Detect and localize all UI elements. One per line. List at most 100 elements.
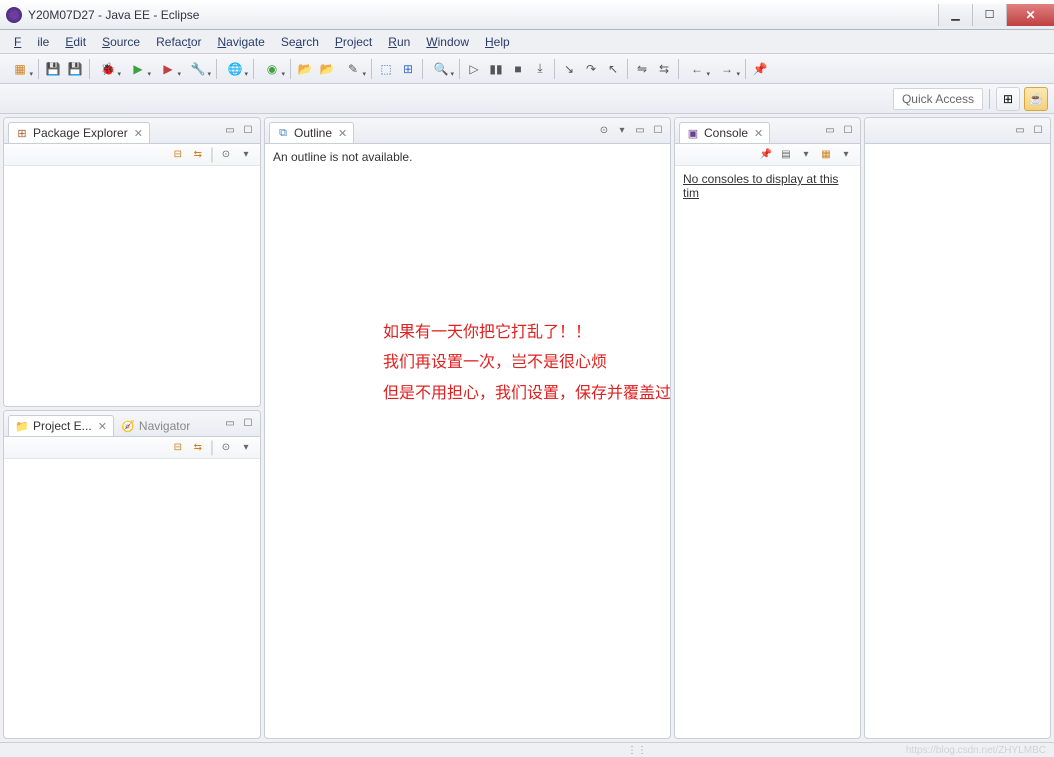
menu-project[interactable]: Project <box>327 32 380 52</box>
save-all-button[interactable]: 💾 <box>65 59 85 79</box>
menu-help[interactable]: Help <box>477 32 518 52</box>
drop-frame-button[interactable]: ⇋ <box>632 59 652 79</box>
open-task-button[interactable]: ✎ <box>339 59 367 79</box>
focus-task-button[interactable]: ⊙ <box>218 440 234 456</box>
menu-window[interactable]: Window <box>418 32 477 52</box>
maximize-view-button[interactable]: ☐ <box>1030 123 1046 139</box>
workbench: ⊞ Package Explorer ✕ ▭ ☐ ⊟ ⇆ | ⊙ ▾ <box>0 114 1054 742</box>
separator <box>554 59 555 79</box>
menu-run[interactable]: Run <box>380 32 418 52</box>
window-title: Y20M07D27 - Java EE - Eclipse <box>28 8 199 22</box>
java-ee-perspective-button[interactable]: ☕ <box>1024 87 1048 111</box>
new-package-button[interactable]: ⊞ <box>398 59 418 79</box>
menu-refactor[interactable]: Refactor <box>148 32 209 52</box>
blank-body <box>865 144 1050 738</box>
collapse-all-button[interactable]: ⊟ <box>170 147 186 163</box>
maximize-view-button[interactable]: ☐ <box>650 123 666 139</box>
status-handle[interactable]: ⋮⋮ <box>627 745 647 756</box>
close-button[interactable] <box>1006 4 1054 26</box>
pin-console-button[interactable]: 📌 <box>758 147 774 163</box>
tab-console[interactable]: ▣ Console ✕ <box>679 122 770 143</box>
tab-label: Console <box>704 126 748 140</box>
menu-file[interactable]: File <box>6 32 57 52</box>
separator <box>422 59 423 79</box>
minimize-button[interactable] <box>938 4 972 26</box>
open-console-dropdown[interactable]: ▾ <box>838 147 854 163</box>
tab-label: Project E... <box>33 419 92 433</box>
resume-button[interactable]: ▷ <box>464 59 484 79</box>
view-menu-button[interactable]: ▾ <box>238 440 254 456</box>
quick-access-field[interactable]: Quick Access <box>893 88 983 110</box>
profile-button[interactable]: ◉ <box>258 59 286 79</box>
tab-package-explorer[interactable]: ⊞ Package Explorer ✕ <box>8 122 150 143</box>
outline-view: ⧉ Outline ✕ ⊙ ▾ ▭ ☐ An outline is not av… <box>264 117 671 739</box>
package-explorer-view: ⊞ Package Explorer ✕ ▭ ☐ ⊟ ⇆ | ⊙ ▾ <box>3 117 261 407</box>
display-console-dropdown[interactable]: ▾ <box>798 147 814 163</box>
maximize-view-button[interactable]: ☐ <box>240 416 256 432</box>
tab-outline[interactable]: ⧉ Outline ✕ <box>269 122 354 143</box>
external-tools-button[interactable]: 🔧 <box>184 59 212 79</box>
tab-navigator[interactable]: 🧭 Navigator <box>114 415 197 436</box>
separator <box>678 59 679 79</box>
debug-button[interactable]: 🐞 <box>94 59 122 79</box>
eclipse-icon <box>6 7 22 23</box>
menu-source[interactable]: Source <box>94 32 148 52</box>
open-project-button[interactable]: 📂 <box>295 59 315 79</box>
package-explorer-body[interactable] <box>4 166 260 406</box>
outline-empty-text: An outline is not available. <box>273 150 412 164</box>
close-icon[interactable]: ✕ <box>754 127 763 140</box>
link-editor-button[interactable]: ⇆ <box>190 440 206 456</box>
open-type-button[interactable]: 📂 <box>317 59 337 79</box>
maximize-view-button[interactable]: ☐ <box>240 123 256 139</box>
new-java-element-button[interactable]: ⬚ <box>376 59 396 79</box>
tab-project-explorer[interactable]: 📁 Project E... ✕ <box>8 415 114 436</box>
close-icon[interactable]: ✕ <box>338 127 347 140</box>
menu-search[interactable]: Search <box>273 32 327 52</box>
focus-task-button[interactable]: ⊙ <box>596 123 612 139</box>
project-explorer-body[interactable] <box>4 459 260 738</box>
back-button[interactable]: ← <box>683 59 711 79</box>
use-step-filters-button[interactable]: ⇆ <box>654 59 674 79</box>
suspend-button[interactable]: ▮▮ <box>486 59 506 79</box>
close-icon[interactable]: ✕ <box>134 127 143 140</box>
view-menu-button[interactable]: ▾ <box>238 147 254 163</box>
new-button[interactable]: ▦ <box>6 59 34 79</box>
focus-task-button[interactable]: ⊙ <box>218 147 234 163</box>
link-editor-button[interactable]: ⇆ <box>190 147 206 163</box>
run-last-button[interactable]: ▶ <box>154 59 182 79</box>
new-server-button[interactable]: 🌐 <box>221 59 249 79</box>
terminate-button[interactable]: ■ <box>508 59 528 79</box>
step-over-button[interactable]: ↷ <box>581 59 601 79</box>
maximize-button[interactable] <box>972 4 1006 26</box>
tab-label: Package Explorer <box>33 126 128 140</box>
console-body: No consoles to display at this tim <box>675 166 860 738</box>
open-perspective-button[interactable]: ⊞ <box>996 87 1020 111</box>
minimize-view-button[interactable]: ▭ <box>822 123 838 139</box>
separator <box>216 59 217 79</box>
display-console-button[interactable]: ▤ <box>778 147 794 163</box>
step-into-button[interactable]: ↘ <box>559 59 579 79</box>
open-console-button[interactable]: ▦ <box>818 147 834 163</box>
minimize-view-button[interactable]: ▭ <box>1012 123 1028 139</box>
tab-label: Navigator <box>139 419 190 433</box>
forward-button[interactable]: → <box>713 59 741 79</box>
step-return-button[interactable]: ↖ <box>603 59 623 79</box>
minimize-view-button[interactable]: ▭ <box>632 123 648 139</box>
collapse-all-button[interactable]: ⊟ <box>170 440 186 456</box>
save-button[interactable]: 💾 <box>43 59 63 79</box>
separator <box>989 89 990 109</box>
menu-bar: File Edit Source Refactor Navigate Searc… <box>0 30 1054 54</box>
search-button[interactable]: 🔍 <box>427 59 455 79</box>
separator <box>371 59 372 79</box>
menu-edit[interactable]: Edit <box>57 32 94 52</box>
disconnect-button[interactable]: ⤓ <box>530 59 550 79</box>
minimize-view-button[interactable]: ▭ <box>222 416 238 432</box>
maximize-view-button[interactable]: ☐ <box>840 123 856 139</box>
run-button[interactable]: ▶ <box>124 59 152 79</box>
pin-button[interactable]: 📌 <box>750 59 770 79</box>
menu-navigate[interactable]: Navigate <box>209 32 272 52</box>
minimize-view-button[interactable]: ▭ <box>222 123 238 139</box>
navigator-icon: 🧭 <box>121 419 135 433</box>
close-icon[interactable]: ✕ <box>98 420 107 433</box>
view-menu-button[interactable]: ▾ <box>614 123 630 139</box>
